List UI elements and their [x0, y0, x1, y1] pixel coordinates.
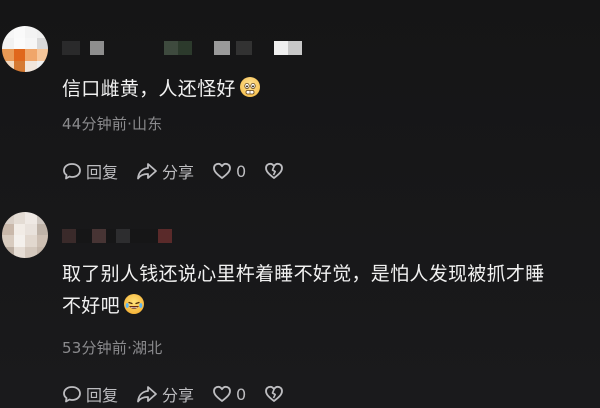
comment-feed: 信口雌黄，人还怪好 44分钟前·山东 回复 分享 0 取了别人钱还说心里杵着睡不… — [0, 0, 600, 408]
avatar[interactable] — [2, 212, 48, 258]
reply-bubble-icon — [63, 163, 81, 180]
comment-body: 信口雌黄，人还怪好 — [62, 78, 236, 100]
username-pixelated[interactable] — [62, 229, 172, 243]
dislike-button[interactable] — [264, 161, 284, 181]
username-pixelated[interactable] — [62, 41, 302, 55]
comment-text: 信口雌黄，人还怪好 — [62, 74, 592, 105]
like-button[interactable]: 0 — [212, 161, 246, 181]
broken-heart-icon — [265, 162, 284, 179]
reply-button[interactable]: 回复 — [62, 159, 118, 183]
comment-item: 信口雌黄，人还怪好 44分钟前·山东 回复 分享 0 — [0, 0, 600, 200]
like-count: 0 — [236, 161, 247, 181]
reply-button[interactable]: 回复 — [62, 382, 118, 406]
reply-label: 回复 — [86, 386, 119, 405]
like-count: 0 — [236, 384, 247, 404]
laughing-tears-emoji-icon — [123, 294, 144, 314]
comment-item: 取了别人钱还说心里杵着睡不好觉，是怕人发现被抓才睡 不好吧 53分钟前·湖北 回… — [0, 200, 600, 408]
share-button[interactable]: 分享 — [136, 382, 194, 406]
comment-body-line-2-text: 不好吧 — [62, 295, 120, 317]
share-label: 分享 — [162, 163, 195, 182]
share-arrow-icon — [137, 163, 157, 180]
heart-icon — [213, 385, 231, 402]
reply-bubble-icon — [63, 386, 81, 403]
grimace-emoji-icon — [239, 77, 260, 97]
comment-text: 取了别人钱还说心里杵着睡不好觉，是怕人发现被抓才睡 不好吧 — [62, 259, 592, 322]
heart-icon — [213, 162, 231, 179]
comment-meta: 44分钟前·山东 — [62, 115, 163, 133]
comment-body-line-1: 取了别人钱还说心里杵着睡不好觉，是怕人发现被抓才睡 — [62, 263, 545, 285]
like-button[interactable]: 0 — [212, 384, 246, 404]
comment-meta: 53分钟前·湖北 — [62, 339, 163, 357]
share-button[interactable]: 分享 — [136, 159, 194, 183]
avatar[interactable] — [2, 26, 48, 72]
reply-label: 回复 — [86, 163, 119, 182]
comment-actions: 回复 分享 0 — [62, 159, 302, 183]
comment-actions: 回复 分享 0 — [62, 382, 302, 406]
share-label: 分享 — [162, 386, 195, 405]
share-arrow-icon — [137, 386, 157, 403]
broken-heart-icon — [265, 385, 284, 402]
dislike-button[interactable] — [264, 384, 284, 404]
comment-body-line-2: 不好吧 — [62, 291, 592, 322]
